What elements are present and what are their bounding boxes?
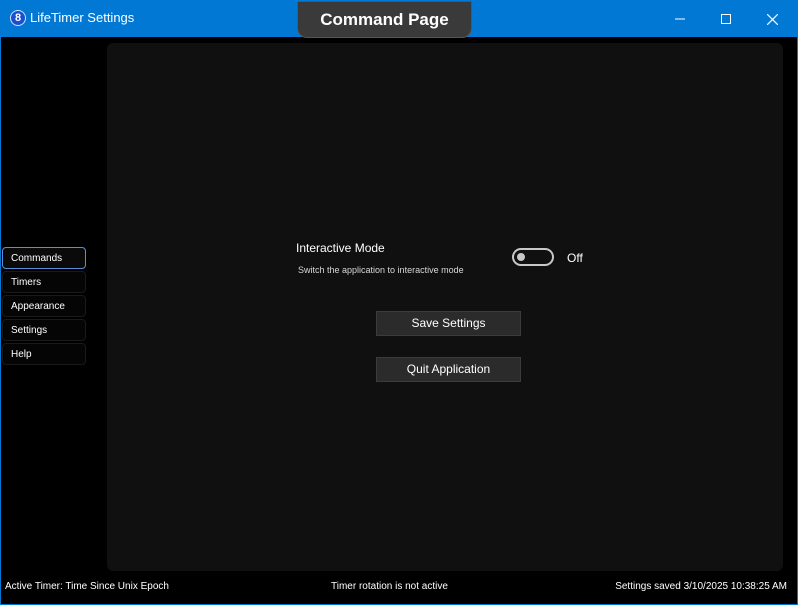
nav-item-settings[interactable]: Settings bbox=[2, 319, 86, 341]
nav-item-help[interactable]: Help bbox=[2, 343, 86, 365]
nav-item-timers[interactable]: Timers bbox=[2, 271, 86, 293]
status-timer-rotation: Timer rotation is not active bbox=[331, 581, 448, 592]
interactive-mode-title: Interactive Mode bbox=[296, 241, 385, 255]
minimize-icon bbox=[675, 18, 685, 20]
quit-application-button[interactable]: Quit Application bbox=[376, 357, 521, 382]
command-panel: Interactive Mode Switch the application … bbox=[107, 43, 783, 571]
save-settings-button[interactable]: Save Settings bbox=[376, 311, 521, 336]
status-settings-saved: Settings saved 3/10/2025 10:38:25 AM bbox=[615, 581, 787, 592]
nav-item-commands[interactable]: Commands bbox=[2, 247, 86, 269]
status-active-timer: Active Timer: Time Since Unix Epoch bbox=[5, 581, 169, 592]
toggle-knob bbox=[517, 253, 525, 261]
close-icon bbox=[766, 13, 778, 25]
window-title: LifeTimer Settings bbox=[30, 10, 135, 25]
maximize-icon bbox=[721, 14, 731, 24]
minimize-button[interactable] bbox=[657, 1, 703, 37]
close-button[interactable] bbox=[749, 1, 795, 37]
sidebar-nav: Commands Timers Appearance Settings Help bbox=[2, 247, 86, 367]
app-window: 8 LifeTimer Settings Command Page Comman… bbox=[0, 0, 798, 605]
title-bar[interactable]: 8 LifeTimer Settings Command Page bbox=[1, 1, 797, 38]
maximize-button[interactable] bbox=[703, 1, 749, 37]
page-title: Command Page bbox=[297, 1, 472, 38]
nav-item-appearance[interactable]: Appearance bbox=[2, 295, 86, 317]
interactive-mode-toggle[interactable] bbox=[512, 248, 554, 266]
interactive-mode-state: Off bbox=[567, 251, 583, 265]
lifetimer-app-icon: 8 bbox=[10, 10, 26, 26]
interactive-mode-description: Switch the application to interactive mo… bbox=[298, 265, 464, 275]
